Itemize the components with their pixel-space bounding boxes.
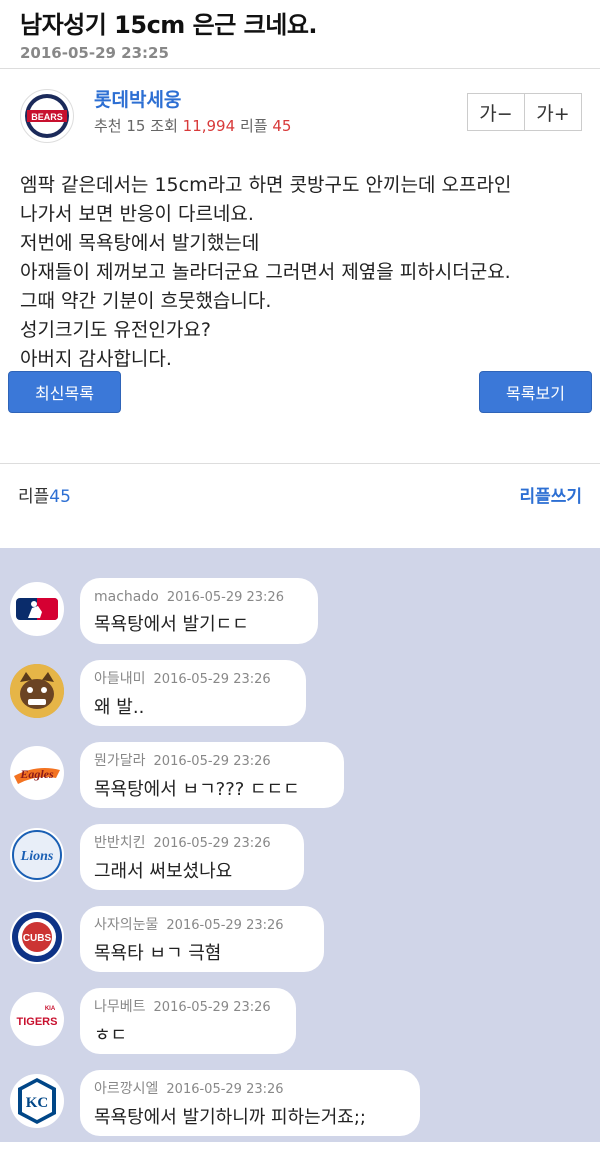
- post-title: 남자성기 15cm 은근 크네요.: [20, 11, 318, 39]
- svg-text:TIGERS: TIGERS: [17, 1016, 58, 1028]
- comment-date: 2016-05-29 23:26: [153, 754, 271, 769]
- comment-avatar[interactable]: KC: [10, 1074, 64, 1128]
- comment-date: 2016-05-29 23:26: [153, 672, 271, 687]
- comment-bubble: 사자의눈물 2016-05-29 23:26 목욕타 ㅂㄱ 극혐: [80, 906, 324, 972]
- comment-date: 2016-05-29 23:26: [166, 918, 284, 933]
- body-line: 저번에 목욕탕에서 발기했는데: [20, 232, 260, 254]
- comment-bubble: 반반치킨 2016-05-29 23:26 그래서 써보셨나요: [80, 824, 304, 890]
- comment-list: machado 2016-05-29 23:26 목욕탕에서 발기ㄷㄷ 아들내미 2…: [0, 548, 600, 1142]
- comment-date: 2016-05-29 23:26: [166, 1082, 284, 1097]
- svg-text:KC: KC: [26, 1095, 49, 1111]
- comment-bubble: 뭔가달라 2016-05-29 23:26 목욕탕에서 ㅂㄱ??? ㄷㄷㄷ: [80, 742, 344, 808]
- comment-text: 목욕탕에서 ㅂㄱ??? ㄷㄷㄷ: [94, 779, 300, 800]
- view-list-button[interactable]: 목록보기: [479, 371, 592, 413]
- comment-bubble: 아르깡시엘 2016-05-29 23:26 목욕탕에서 발기하니까 피하는거죠;…: [80, 1070, 420, 1136]
- comment-item: CUBS 사자의눈물 2016-05-29 23:26 목욕타 ㅂㄱ 극혐: [0, 906, 600, 988]
- author-name[interactable]: 롯데박세웅: [94, 85, 181, 112]
- author-row: BEARS 롯데박세웅 추천 15 조회 11,994 리플 45 가− 가+: [0, 69, 600, 153]
- comment-bubble: machado 2016-05-29 23:26 목욕탕에서 발기ㄷㄷ: [80, 578, 318, 644]
- replies-label: 리플: [239, 117, 268, 135]
- body-line: 엠팍 같은데서는 15cm라고 하면 콧방구도 안끼는데 오프라인: [20, 174, 512, 196]
- reply-count-number: 45: [49, 487, 71, 507]
- comment-user[interactable]: machado: [94, 589, 159, 605]
- comment-avatar[interactable]: [10, 582, 64, 636]
- comment-text: 그래서 써보셨나요: [94, 861, 233, 882]
- comment-avatar[interactable]: Eagles: [10, 746, 64, 800]
- comment-bubble: 나무베트 2016-05-29 23:26 ㅎㄷ: [80, 988, 296, 1054]
- comment-item: Lions 반반치킨 2016-05-29 23:26 그래서 써보셨나요: [0, 824, 600, 906]
- views-label: 조회: [150, 117, 178, 135]
- comment-item: Eagles 뭔가달라 2016-05-29 23:26 목욕탕에서 ㅂㄱ??? …: [0, 742, 600, 824]
- comment-item: KIA TIGERS 나무베트 2016-05-29 23:26 ㅎㄷ: [0, 988, 600, 1070]
- body-line: 아재들이 제꺼보고 놀라더군요 그러면서 제옆을 피하시더군요.: [20, 261, 511, 283]
- comment-item: machado 2016-05-29 23:26 목욕탕에서 발기ㄷㄷ: [0, 578, 600, 660]
- comment-user[interactable]: 아르깡시엘: [94, 1081, 158, 1097]
- svg-text:Eagles: Eagles: [19, 767, 54, 781]
- svg-text:CUBS: CUBS: [23, 933, 52, 944]
- svg-text:KIA: KIA: [45, 1006, 56, 1012]
- author-avatar[interactable]: BEARS: [20, 89, 74, 143]
- comment-avatar[interactable]: Lions: [10, 828, 64, 882]
- font-decrease-button[interactable]: 가−: [467, 93, 525, 131]
- comment-text: ㅎㄷ: [94, 1025, 128, 1046]
- latest-list-button[interactable]: 최신목록: [8, 371, 121, 413]
- comment-bubble: 아들내미 2016-05-29 23:26 왜 발..: [80, 660, 306, 726]
- comment-item: KC 아르깡시엘 2016-05-29 23:26 목욕탕에서 발기하니까 피하는…: [0, 1070, 600, 1152]
- comment-text: 목욕탕에서 발기하니까 피하는거죠;;: [94, 1107, 366, 1128]
- post-date: 2016-05-29 23:25: [20, 44, 169, 62]
- comment-avatar[interactable]: [10, 664, 64, 718]
- eagles-logo-icon: Eagles: [14, 767, 60, 784]
- comment-date: 2016-05-29 23:26: [153, 1000, 271, 1015]
- font-increase-button[interactable]: 가+: [525, 93, 582, 131]
- write-reply-button[interactable]: 리플쓰기: [519, 482, 582, 507]
- comment-user[interactable]: 사자의눈물: [94, 917, 158, 933]
- comment-user[interactable]: 나무베트: [94, 999, 146, 1015]
- comment-avatar[interactable]: KIA TIGERS: [10, 992, 64, 1046]
- reply-count: 리플45: [18, 482, 71, 507]
- comment-user[interactable]: 아들내미: [94, 671, 146, 687]
- mlb-logo-icon: [16, 598, 58, 620]
- comment-text: 왜 발..: [94, 697, 145, 718]
- post-header: 남자성기 15cm 은근 크네요. 2016-05-29 23:25: [0, 0, 600, 68]
- bears-logo-icon: BEARS: [25, 94, 69, 138]
- tigers-logo-icon: KIA TIGERS: [17, 1006, 58, 1028]
- lions-logo-icon: Lions: [12, 830, 62, 880]
- body-line: 성기크기도 유전인가요?: [20, 319, 211, 341]
- comment-date: 2016-05-29 23:26: [166, 590, 284, 605]
- svg-text:Lions: Lions: [20, 849, 54, 864]
- replies-count: 45: [272, 117, 292, 135]
- font-size-controls: 가− 가+: [467, 93, 582, 131]
- cubs-logo-icon: CUBS: [12, 912, 62, 962]
- body-line: 그때 약간 기분이 흐뭇했습니다.: [20, 290, 272, 312]
- body-line: 나가서 보면 반응이 다르네요.: [20, 203, 254, 225]
- comment-date: 2016-05-29 23:26: [153, 836, 271, 851]
- post-body: 엠팍 같은데서는 15cm라고 하면 콧방구도 안끼는데 오프라인 나가서 보면…: [0, 153, 600, 370]
- recommend-count: 15: [126, 117, 146, 135]
- comment-text: 목욕탕에서 발기ㄷㄷ: [94, 614, 249, 635]
- views-count: 11,994: [182, 117, 236, 135]
- comment-user[interactable]: 반반치킨: [94, 835, 146, 851]
- author-stats: 추천 15 조회 11,994 리플 45: [94, 115, 291, 136]
- reply-header: 리플45 리플쓰기: [0, 463, 600, 522]
- svg-text:BEARS: BEARS: [31, 112, 63, 122]
- reply-label: 리플: [18, 487, 50, 507]
- kc-logo-icon: KC: [18, 1078, 56, 1124]
- comment-user[interactable]: 뭔가달라: [94, 753, 146, 769]
- recommend-label: 추천: [94, 117, 122, 135]
- comment-text: 목욕타 ㅂㄱ 극혐: [94, 943, 222, 964]
- nav-row: 최신목록 목록보기: [0, 353, 600, 463]
- comment-avatar[interactable]: CUBS: [10, 910, 64, 964]
- bulldog-mascot-icon: [10, 664, 64, 718]
- comment-item: 아들내미 2016-05-29 23:26 왜 발..: [0, 660, 600, 742]
